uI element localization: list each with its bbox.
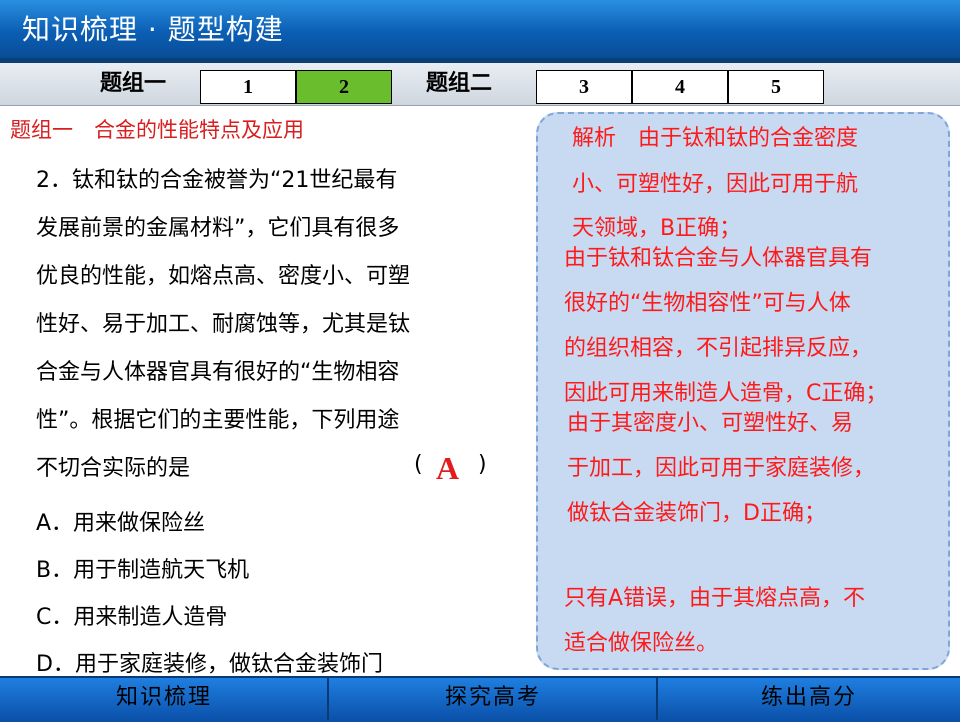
explanation-line: 于加工，因此可用于家庭装修， [567,456,876,481]
question-line: 性好、易于加工、耐腐蚀等，尤其是钛 [36,312,411,337]
tab-question-4[interactable]: 4 [632,70,728,104]
explanation-line: 的组织相容，不引起排异反应， [564,336,873,361]
bottom-nav-practice[interactable]: 练出高分 [658,676,960,720]
explanation-line: 由于其密度小、可塑性好、易 [567,411,854,436]
option-d: D．用于家庭装修，做钛合金装饰门 [36,652,383,677]
explanation-line: 天领域，B正确； [572,216,742,241]
section-title: 题组一 合金的性能特点及应用 [10,118,304,142]
page-title: 知识梳理 · 题型构建 [22,13,284,46]
explanation-line: 适合做保险丝。 [564,631,719,656]
option-b: B．用于制造航天飞机 [36,558,250,583]
tab-question-3[interactable]: 3 [536,70,632,104]
bottom-nav-knowledge[interactable]: 知识梳理 [0,676,328,720]
tab-question-5[interactable]: 5 [728,70,824,104]
bottom-nav-exam[interactable]: 探究高考 [329,676,657,720]
option-a: A．用来做保险丝 [36,511,206,536]
question-line: 不切合实际的是 [36,456,191,481]
explanation-line: 小、可塑性好，因此可用于航 [572,172,859,197]
group2-label: 题组二 [426,71,493,96]
question-line: 发展前景的金属材料”，它们具有很多 [36,216,400,241]
question-line: 性”。根据它们的主要性能，下列用途 [36,408,400,433]
question-line: 合金与人体器官具有很好的“生物相容 [36,360,400,385]
question-line: 优良的性能，如熔点高、密度小、可塑 [36,264,411,289]
tab-question-1[interactable]: 1 [200,70,296,104]
tab-question-2[interactable]: 2 [296,70,392,104]
answer-letter: A [436,450,460,486]
group1-label: 题组一 [100,71,167,96]
explanation-line: 解析 由于钛和钛的合金密度 [572,126,859,151]
header-bar: 知识梳理 · 题型构建 [0,0,960,58]
answer-paren-open: ( [414,452,423,477]
explanation-line: 只有A错误，由于其熔点高，不 [564,586,866,611]
question-line: 2．钛和钛的合金被誉为“21世纪最有 [36,168,398,193]
explanation-line: 做钛合金装饰门，D正确； [567,501,826,526]
answer-paren-close: ) [478,452,487,477]
explanation-line: 很好的“生物相容性”可与人体 [564,291,851,316]
explanation-line: 由于钛和钛合金与人体器官具有 [564,246,873,271]
explanation-line: 因此可用来制造人造骨，C正确； [564,381,888,406]
option-c: C．用来制造人造骨 [36,605,228,630]
